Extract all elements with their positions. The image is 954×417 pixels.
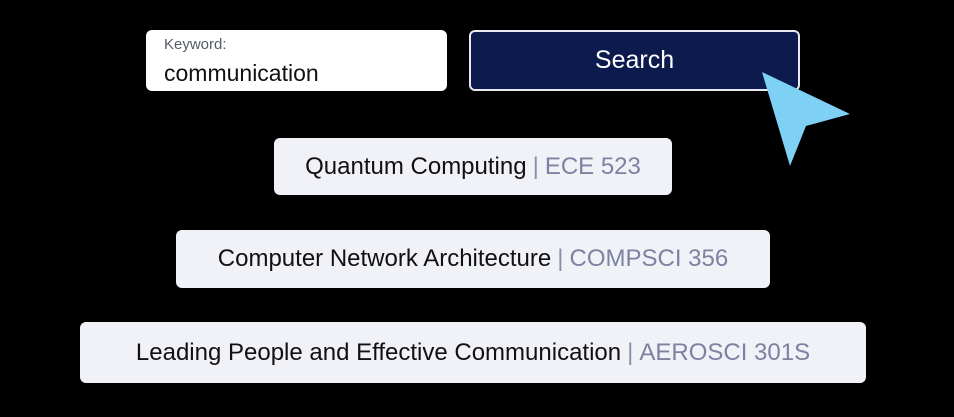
result-course-code: COMPSCI 356 — [569, 245, 729, 272]
result-title: Leading People and Effective Communicati… — [135, 338, 622, 366]
pointer-arrow-icon — [762, 72, 850, 166]
result-course-code: AEROSCI 301S — [639, 338, 811, 366]
result-separator: | — [627, 338, 634, 366]
result-item[interactable]: Computer Network Architecture | COMPSCI … — [176, 230, 770, 288]
keyword-field[interactable]: Keyword: communication — [146, 30, 447, 91]
result-separator: | — [557, 245, 564, 272]
result-course-code: ECE 523 — [544, 152, 641, 180]
search-button[interactable]: Search — [469, 30, 800, 91]
keyword-label: Keyword: — [164, 36, 227, 53]
result-title: Quantum Computing — [305, 152, 527, 180]
keyword-input-value[interactable]: communication — [164, 60, 319, 87]
result-item[interactable]: Leading People and Effective Communicati… — [80, 322, 866, 383]
result-item[interactable]: Quantum Computing | ECE 523 — [274, 138, 672, 195]
result-separator: | — [532, 152, 539, 180]
result-title: Computer Network Architecture — [217, 245, 552, 272]
